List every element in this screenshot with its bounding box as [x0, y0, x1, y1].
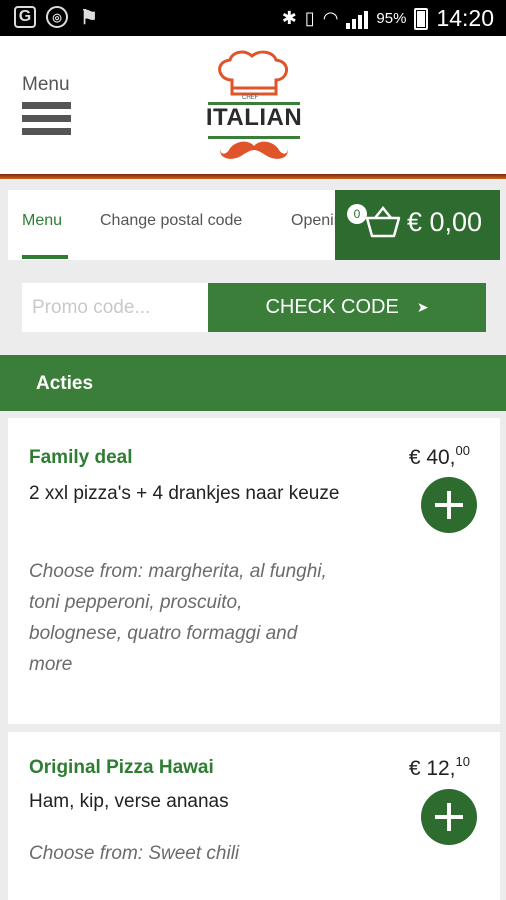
add-to-cart-button[interactable] — [421, 477, 477, 533]
product-description: 2 xxl pizza's + 4 drankjes naar keuze — [29, 483, 340, 504]
tab-opening-hours[interactable]: Openingstijden — [291, 212, 336, 230]
chef-hat-icon — [218, 50, 288, 96]
basket-icon — [365, 205, 401, 238]
product-options: Choose from: Sweet chili — [29, 843, 240, 864]
add-to-cart-button[interactable] — [421, 789, 477, 845]
app-header: Menu CHEF ITALIAN — [0, 36, 506, 174]
arrow-right-icon: ➤ — [416, 299, 429, 315]
menu-button[interactable]: Menu — [22, 74, 82, 140]
logo-green-line-bottom — [208, 136, 300, 139]
bluetooth-icon: ✱ — [281, 8, 297, 28]
product-card: Original Pizza Hawai € 12,10 Ham, kip, v… — [8, 732, 500, 900]
hamburger-icon — [22, 102, 82, 135]
cart-total: € 0,00 — [407, 207, 483, 237]
tab-menu[interactable]: Menu — [22, 212, 62, 230]
logo: CHEF ITALIAN — [204, 50, 304, 160]
wifi-icon: ◠ — [322, 8, 339, 28]
section-header: Acties — [0, 355, 506, 411]
promo-code-input[interactable] — [22, 283, 208, 332]
product-description: Ham, kip, verse ananas — [29, 791, 229, 812]
active-tab-indicator — [22, 255, 68, 259]
product-options: Choose from: margherita, al funghi, toni… — [29, 561, 327, 675]
product-title: Original Pizza Hawai — [29, 757, 214, 778]
menu-label: Menu — [22, 74, 70, 95]
cart-button[interactable]: 0 € 0,00 — [335, 190, 500, 260]
header-divider — [0, 174, 506, 179]
product-card: Family deal € 40,00 2 xxl pizza's + 4 dr… — [8, 418, 500, 724]
flag-icon: ⚑ — [80, 6, 98, 29]
tab-change-postal-code[interactable]: Change postal code — [100, 212, 242, 230]
product-price: € 12,10 — [408, 754, 470, 780]
logo-text: ITALIAN — [205, 104, 303, 131]
battery-level: 95% — [376, 10, 407, 27]
logo-small-text: CHEF — [242, 95, 259, 101]
status-bar: G ◎ ⚑ ✱ ▯ ◠ 95% 14:20 — [0, 0, 506, 36]
cart-count-badge: 0 — [347, 204, 367, 224]
check-code-button[interactable]: CHECK CODE ➤ — [208, 283, 486, 332]
battery-icon — [414, 7, 429, 30]
check-code-label: CHECK CODE — [265, 296, 399, 318]
sync-icon: ◎ — [46, 6, 68, 28]
product-title: Family deal — [29, 447, 133, 468]
vibrate-icon: ▯ — [304, 8, 315, 28]
g-icon: G — [14, 6, 36, 28]
product-price: € 40,00 — [408, 443, 470, 469]
mustache-icon — [220, 141, 288, 159]
signal-icon — [346, 9, 369, 29]
tab-bar: Menu Change postal code Openingstijden — [8, 190, 336, 260]
clock: 14:20 — [436, 5, 494, 31]
